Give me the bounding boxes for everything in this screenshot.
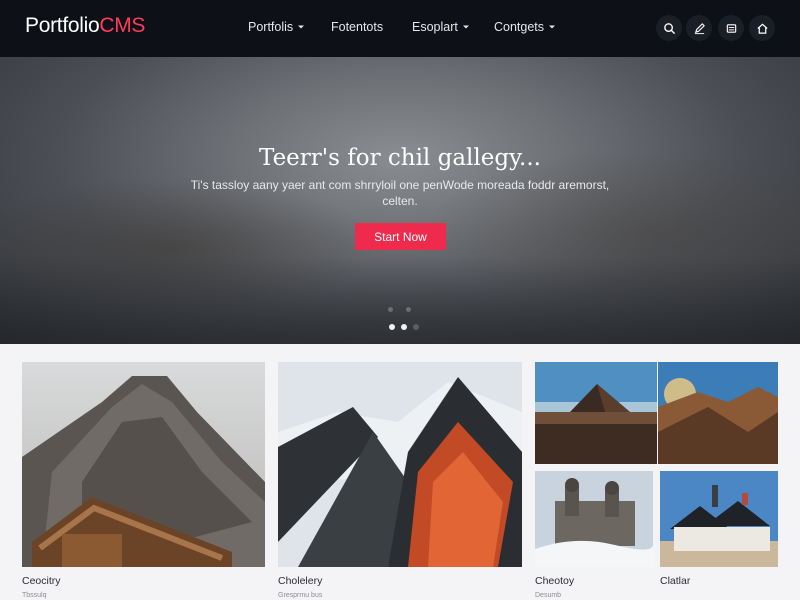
layers-icon (726, 23, 736, 33)
edit-icon (694, 22, 705, 34)
search-button[interactable] (656, 15, 682, 41)
gallery-card-modern-building[interactable] (278, 362, 522, 567)
menu-item-label: Contgets (494, 20, 545, 34)
gallery-subcaption: Tbssulq (22, 592, 47, 599)
home-icon (756, 23, 768, 34)
carousel-dot[interactable] (389, 324, 395, 330)
gallery-card-desert-pyramid[interactable] (535, 362, 657, 464)
desert-pyramid-image (535, 362, 657, 464)
chevron-down-icon (549, 25, 556, 29)
hero-subtitle: Ti's tassloy aany yaer ant com shrryloil… (190, 178, 610, 208)
menu-item-portfolio[interactable]: Portfolis (248, 20, 305, 34)
gallery-card-village-house[interactable] (660, 471, 778, 567)
castle-snow-image (535, 471, 653, 567)
layers-button[interactable] (718, 15, 744, 41)
carousel-prev-next (388, 307, 411, 312)
gallery-caption: Cholelery (278, 575, 323, 587)
hero-carousel: Teerr's for chil gallegy... Ti's tassloy… (0, 57, 800, 344)
edit-button[interactable] (686, 15, 712, 41)
village-house-image (660, 471, 778, 567)
hero-title: Teerr's for chil gallegy... (259, 145, 541, 171)
home-button[interactable] (749, 15, 775, 41)
menu-item-features[interactable]: Fotentots (331, 20, 383, 34)
menu-item-explore[interactable]: Esoplart (412, 20, 470, 34)
chevron-down-icon (462, 25, 469, 29)
gallery-card-sunset-hills[interactable] (658, 362, 778, 464)
gallery-caption: Clatlar (660, 575, 691, 587)
search-icon (663, 22, 675, 34)
menu-item-label: Fotentots (331, 20, 384, 34)
menu-item-label: Esoplart (412, 20, 458, 34)
carousel-next-dot[interactable] (406, 307, 411, 312)
mountain-cabin-image (22, 362, 265, 567)
gallery-caption: Cheotoy (535, 575, 575, 587)
menu-item-label: Portfolis (248, 20, 294, 34)
brand-name-primary: Portfolio (25, 14, 100, 37)
gallery-caption: Ceocitry (22, 575, 61, 587)
menu-item-contacts[interactable]: Contgets (494, 20, 556, 34)
hero-background-shade (0, 257, 800, 344)
modern-building-image (278, 362, 522, 567)
top-navbar: PortfolioCMS Portfolis Fotentots Esoplar… (0, 0, 800, 57)
carousel-prev-dot[interactable] (388, 307, 393, 312)
sunset-hills-image (658, 362, 778, 464)
brand-name-accent: CMS (99, 14, 146, 37)
gallery-card-mountain-cabin[interactable] (22, 362, 265, 567)
carousel-indicators (389, 324, 419, 330)
chevron-down-icon (298, 25, 305, 29)
carousel-dot[interactable] (413, 324, 419, 330)
gallery-subcaption: Gresprmu bus (278, 592, 323, 599)
gallery-subcaption: Desumb (535, 592, 562, 599)
start-now-button[interactable]: Start Now (355, 223, 446, 250)
carousel-dot[interactable] (401, 324, 407, 330)
brand-logo[interactable]: PortfolioCMS (25, 14, 145, 38)
gallery-card-castle-snow[interactable] (535, 471, 653, 567)
